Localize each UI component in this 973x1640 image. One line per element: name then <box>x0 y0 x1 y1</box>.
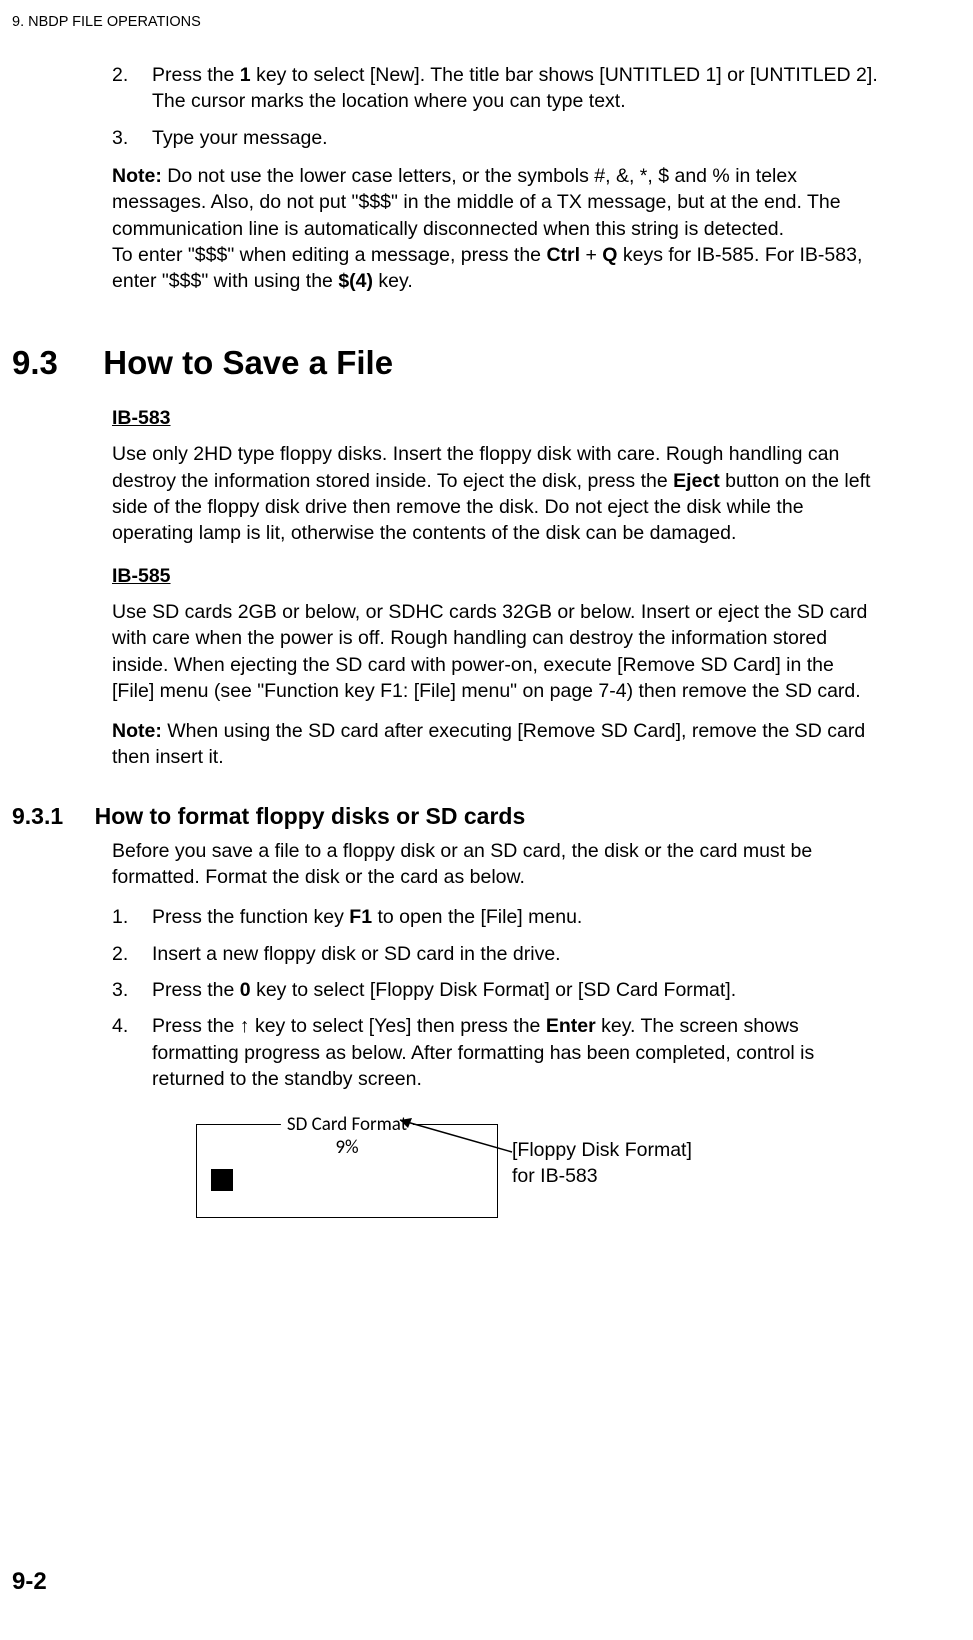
sub-heading-ib585: IB-585 <box>112 563 880 589</box>
figure-callout: [Floppy Disk Format] for IB-583 <box>512 1138 692 1189</box>
step-text: Type your message. <box>152 127 328 149</box>
running-header: 9. NBDP FILE OPERATIONS <box>12 14 880 30</box>
callout-arrow-icon <box>394 1110 524 1160</box>
page-number: 9-2 <box>12 1568 47 1596</box>
format-percent: 9% <box>335 1135 358 1161</box>
step-number: 2. <box>112 62 140 88</box>
progress-block-icon <box>211 1169 233 1191</box>
step-item: 3. Type your message. <box>112 125 880 151</box>
subsection-number: 9.3.1 <box>12 801 63 832</box>
step-text: Press the ↑ key to select [Yes] then pre… <box>152 1015 814 1090</box>
top-steps-list: 2. Press the 1 key to select [New]. The … <box>112 62 880 151</box>
step-item: 1. Press the function key F1 to open the… <box>112 904 880 930</box>
callout-line-2: for IB-583 <box>512 1165 598 1187</box>
step-text: Press the 1 key to select [New]. The tit… <box>152 64 878 112</box>
step-number: 1. <box>112 904 140 930</box>
note-paragraph: Note: Do not use the lower case letters,… <box>112 163 880 295</box>
step-text: Press the 0 key to select [Floppy Disk F… <box>152 979 736 1001</box>
step-item: 2. Press the 1 key to select [New]. The … <box>112 62 880 115</box>
step-text: Insert a new floppy disk or SD card in t… <box>152 943 561 965</box>
subsection-heading: 9.3.1 How to format floppy disks or SD c… <box>12 801 880 832</box>
ib585-note: Note: When using the SD card after execu… <box>112 718 880 771</box>
ib585-body: Use SD cards 2GB or below, or SDHC cards… <box>112 599 880 704</box>
step-number: 2. <box>112 941 140 967</box>
step-item: 2. Insert a new floppy disk or SD card i… <box>112 941 880 967</box>
step-item: 4. Press the ↑ key to select [Yes] then … <box>112 1013 880 1092</box>
step-number: 4. <box>112 1013 140 1039</box>
step-item: 3. Press the 0 key to select [Floppy Dis… <box>112 977 880 1003</box>
sub-heading-ib583: IB-583 <box>112 405 880 431</box>
subsection-intro: Before you save a file to a floppy disk … <box>112 838 880 891</box>
section-number: 9.3 <box>12 341 58 386</box>
section-title: How to Save a File <box>103 341 393 386</box>
ib583-body: Use only 2HD type floppy disks. Insert t… <box>112 441 880 546</box>
callout-line-1: [Floppy Disk Format] <box>512 1139 692 1161</box>
format-figure: SD Card Format 9% [Floppy Disk Format] f… <box>112 1110 880 1250</box>
step-text: Press the function key F1 to open the [F… <box>152 906 582 928</box>
step-number: 3. <box>112 977 140 1003</box>
section-heading: 9.3 How to Save a File <box>12 341 880 386</box>
subsection-title: How to format floppy disks or SD cards <box>95 801 526 832</box>
format-steps-list: 1. Press the function key F1 to open the… <box>112 904 880 1092</box>
step-number: 3. <box>112 125 140 151</box>
